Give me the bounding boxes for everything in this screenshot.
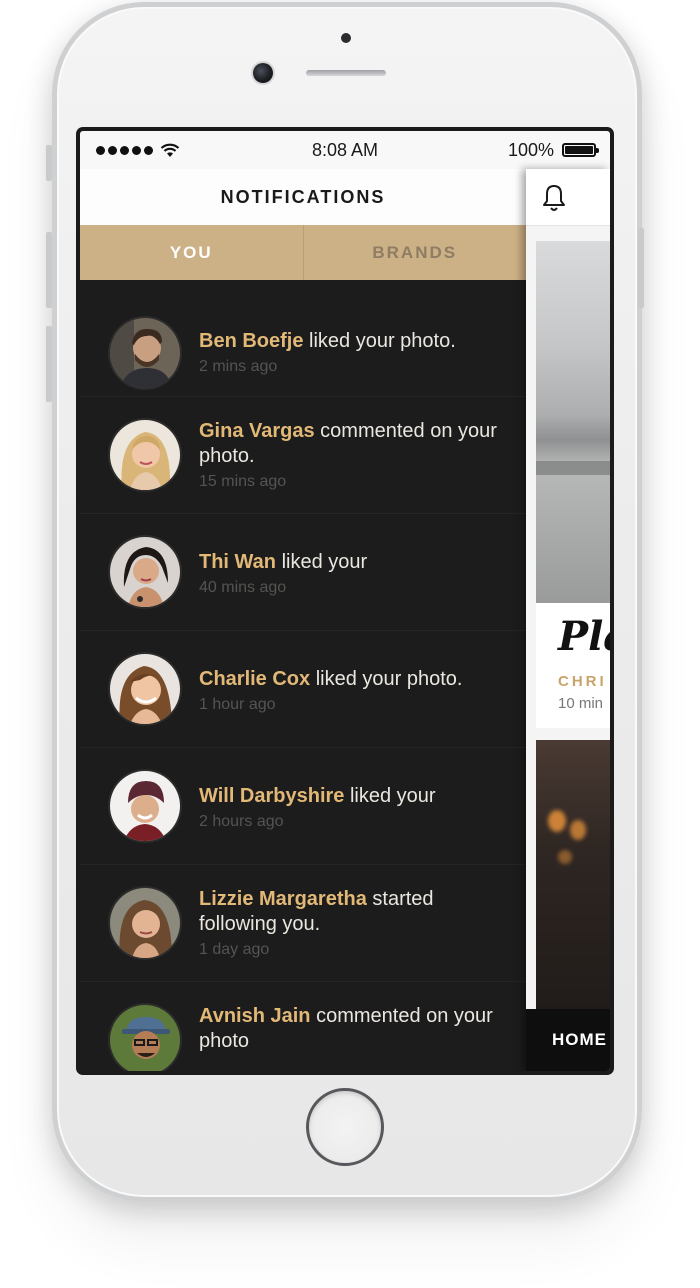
notification-time: 1 day ago [199, 941, 270, 958]
screen: 8:08 AM 100% NOTIFICATIONS YOU BRANDS Be… [80, 131, 610, 1071]
tab-you[interactable]: YOU [80, 225, 303, 280]
avatar[interactable] [110, 654, 180, 724]
avatar[interactable] [110, 537, 180, 607]
feed-article-card[interactable]: Pla CHRI 10 min [536, 603, 610, 728]
notification-action: liked your [276, 551, 368, 573]
status-bar: 8:08 AM 100% [80, 131, 610, 169]
tab-brands[interactable]: BRANDS [302, 225, 527, 280]
tab-bar: YOU BRANDS [80, 225, 526, 280]
notification-time: 40 mins ago [199, 579, 287, 596]
notification-user-name[interactable]: Gina Vargas [199, 420, 315, 442]
bottom-nav: HOME [526, 1009, 610, 1071]
notification-user-name[interactable]: Avnish Jain [199, 1005, 311, 1027]
avatar[interactable] [110, 888, 180, 958]
notification-user-name[interactable]: Lizzie Margaretha [199, 888, 367, 910]
proximity-sensor [341, 33, 351, 43]
volume-up-button [46, 232, 52, 308]
page-title: NOTIFICATIONS [80, 169, 526, 225]
home-feed-peek[interactable]: Pla CHRI 10 min HOME [526, 169, 610, 1071]
notification-time: 2 hours ago [199, 813, 284, 830]
battery-percent: 100% [507, 139, 554, 160]
notification-action: liked your [344, 785, 436, 807]
feed-photo[interactable] [536, 740, 610, 1020]
notification-action: liked your photo. [310, 668, 463, 690]
earpiece-speaker [306, 70, 386, 76]
notification-item[interactable]: Ben Boefje liked your photo. 2 mins ago [80, 280, 526, 397]
feed-photo[interactable] [536, 241, 610, 603]
article-time: 10 min [558, 695, 604, 712]
battery-icon [562, 143, 599, 157]
notification-item[interactable]: Will Darbyshire liked your 2 hours ago [80, 748, 526, 865]
notification-user-name[interactable]: Ben Boefje [199, 330, 303, 352]
notification-time: 2 mins ago [199, 358, 278, 375]
notification-item[interactable]: Avnish Jain commented on your photo [80, 982, 526, 1071]
article-title: Pla [558, 613, 610, 660]
notification-item[interactable]: Charlie Cox liked your photo. 1 hour ago [80, 631, 526, 748]
mute-switch [46, 145, 52, 181]
avatar[interactable] [110, 318, 180, 388]
notification-action: liked your photo. [303, 330, 456, 352]
notification-item[interactable]: Thi Wan liked your 40 mins ago [80, 514, 526, 631]
notification-user-name[interactable]: Thi Wan [199, 551, 276, 573]
bell-icon[interactable] [536, 179, 572, 215]
article-author: CHRI [558, 673, 607, 690]
notification-time: 15 mins ago [199, 473, 287, 490]
home-button[interactable] [306, 1088, 384, 1166]
avatar[interactable] [110, 1005, 180, 1071]
wifi-icon [160, 143, 180, 157]
avatar[interactable] [110, 420, 180, 490]
power-button [638, 228, 644, 308]
avatar[interactable] [110, 771, 180, 841]
notification-item[interactable]: Lizzie Margaretha started following you.… [80, 865, 526, 982]
notification-list: Ben Boefje liked your photo. 2 mins ago … [80, 280, 526, 1071]
nav-home[interactable]: HOME [552, 1030, 607, 1050]
signal-strength-icon [96, 145, 153, 155]
notifications-drawer: NOTIFICATIONS YOU BRANDS Ben Boefje like… [80, 169, 526, 1071]
notification-time: 1 hour ago [199, 696, 276, 713]
notification-user-name[interactable]: Charlie Cox [199, 668, 310, 690]
notification-user-name[interactable]: Will Darbyshire [199, 785, 344, 807]
feed-header [526, 169, 610, 226]
front-camera [253, 63, 273, 83]
notification-item[interactable]: Gina Vargas commented on your photo. 15 … [80, 397, 526, 514]
volume-down-button [46, 326, 52, 402]
